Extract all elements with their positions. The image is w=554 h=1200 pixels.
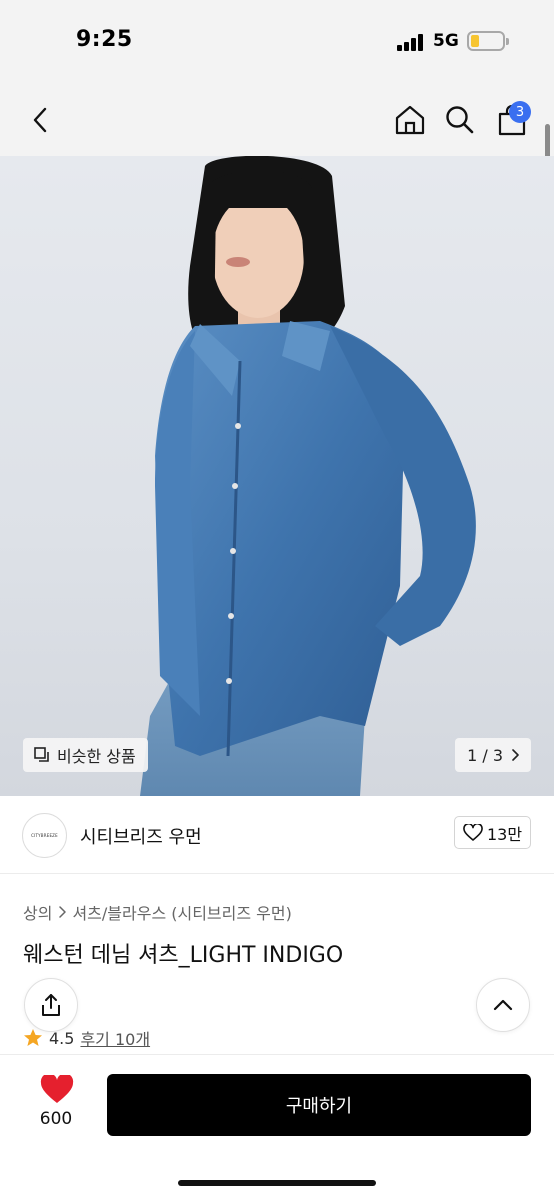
share-button[interactable] [24,978,78,1032]
cart-count-badge: 3 [509,101,531,123]
home-icon [395,105,425,135]
home-button[interactable] [392,100,428,140]
breadcrumb-subcategory[interactable]: 셔츠/블라우스 (시티브리즈 우먼) [72,900,291,924]
status-bar: 9:25 5G [0,0,554,84]
image-page-indicator[interactable]: 1 / 3 [455,738,531,772]
similar-products-button[interactable]: 비슷한 상품 [23,738,148,772]
brand-name[interactable]: 시티브리즈 우먼 [80,823,202,849]
bottom-action-bar: 600 구매하기 [0,1054,554,1200]
brand-row[interactable]: CITYBREEZE 시티브리즈 우먼 13만 [0,796,554,874]
back-button[interactable] [22,100,58,140]
status-time: 9:25 [76,27,133,52]
copy-icon [34,747,49,762]
similar-products-label: 비슷한 상품 [57,747,136,766]
chevron-left-icon [33,107,47,133]
network-label: 5G [433,31,459,51]
home-indicator [178,1180,376,1186]
brand-logo: CITYBREEZE [22,813,67,858]
breadcrumb: 상의 셔츠/블라우스 (시티브리즈 우먼) [23,900,292,924]
search-icon [446,106,474,134]
rating-value: 4.5 [49,1028,75,1048]
brand-logo-text: CITYBREEZE [31,833,58,838]
signal-icon [397,33,425,51]
battery-icon [467,31,509,51]
buy-button[interactable]: 구매하기 [107,1074,531,1136]
share-icon [42,994,60,1016]
nav-bar [0,84,554,156]
search-button[interactable] [442,100,478,140]
wish-count: 600 [39,1109,73,1129]
product-title: 웨스턴 데님 셔츠_LIGHT INDIGO [23,943,344,968]
product-image[interactable]: 비슷한 상품 1 / 3 [0,156,554,796]
reviews-link[interactable]: 후기 10개 [80,1026,150,1050]
chevron-right-icon [59,906,67,918]
brand-like-count: 13만 [486,824,523,844]
rating-row: 4.5 후기 10개 [23,1026,150,1050]
image-page-text: 1 / 3 [467,745,503,765]
chevron-right-icon [512,749,519,761]
brand-like-button[interactable]: 13만 [454,816,531,849]
product-photo [140,156,476,796]
star-icon [24,1029,42,1046]
breadcrumb-category[interactable]: 상의 [23,900,52,924]
heart-outline-icon [463,823,483,841]
chevron-up-icon [493,999,513,1011]
scroll-to-top-button[interactable] [476,978,530,1032]
heart-filled-icon[interactable] [40,1075,74,1105]
